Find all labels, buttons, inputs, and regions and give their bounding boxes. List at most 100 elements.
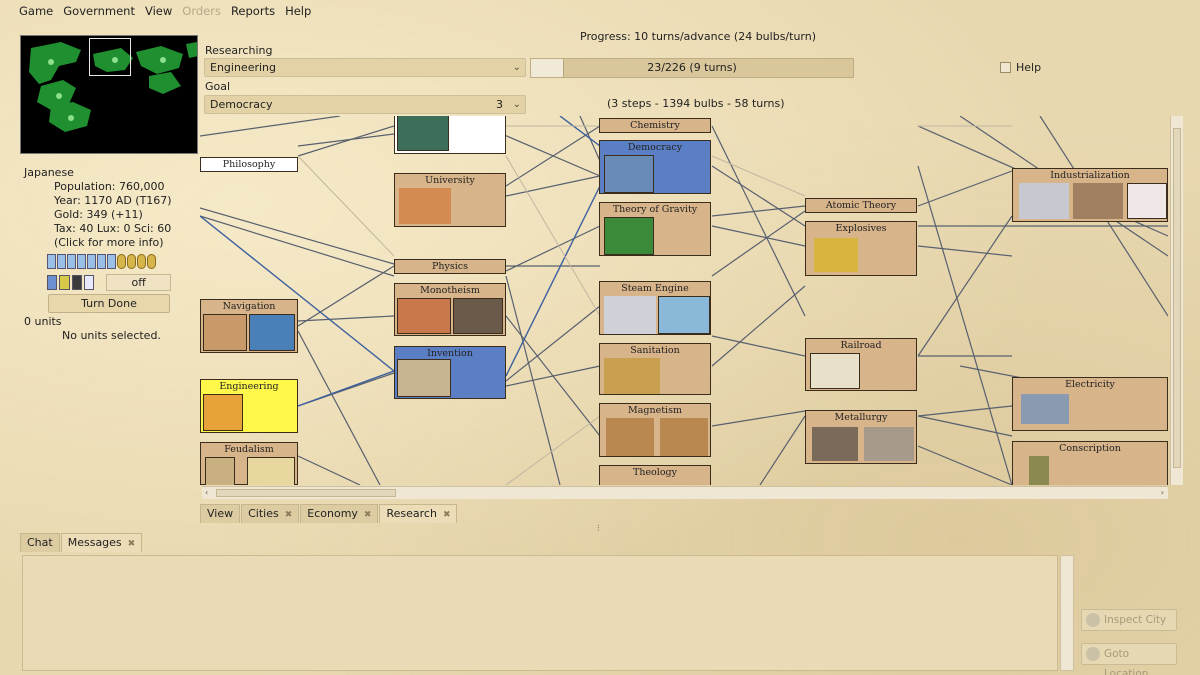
gold-coin-icon[interactable] bbox=[147, 254, 156, 269]
researching-value: Engineering bbox=[210, 61, 276, 74]
bulb-icon[interactable] bbox=[57, 254, 66, 269]
tech-tree[interactable]: Philosophy Navigation Engineering Feudal… bbox=[200, 116, 1168, 485]
nuclear-winter-icon bbox=[71, 274, 82, 290]
tech-node-theory-of-gravity[interactable]: Theory of Gravity bbox=[599, 202, 711, 256]
tech-node-conscription[interactable]: Conscription bbox=[1012, 441, 1168, 485]
minimap[interactable] bbox=[20, 35, 198, 154]
factory-building-icon bbox=[1073, 183, 1123, 219]
magnifier-icon bbox=[1086, 613, 1100, 627]
bulb-icon[interactable] bbox=[47, 254, 56, 269]
main-tabs: View Cities ✖ Economy ✖ Research ✖ bbox=[200, 504, 458, 523]
minimap-viewport-rect[interactable] bbox=[89, 38, 131, 76]
scroll-left-icon[interactable]: ‹ bbox=[205, 488, 208, 497]
civ-info-panel[interactable]: Japanese Population: 760,000 Year: 1170 … bbox=[20, 166, 198, 252]
close-icon[interactable]: ✖ bbox=[443, 510, 451, 520]
tab-chat[interactable]: Chat bbox=[20, 533, 60, 552]
messages-area[interactable] bbox=[22, 555, 1058, 671]
menu-reports[interactable]: Reports bbox=[226, 4, 280, 18]
shakespeare-wonder-icon bbox=[397, 116, 449, 151]
nation-name: Japanese bbox=[24, 166, 74, 179]
tab-view[interactable]: View bbox=[200, 504, 241, 523]
warming-indicator-icon bbox=[59, 274, 70, 290]
gold-coin-icon[interactable] bbox=[127, 254, 136, 269]
menu-game[interactable]: Game bbox=[14, 4, 58, 18]
close-icon[interactable]: ✖ bbox=[285, 510, 293, 520]
bulb-icon[interactable] bbox=[77, 254, 86, 269]
tech-node-steam-engine[interactable]: Steam Engine bbox=[599, 281, 711, 335]
splitter-handle-icon[interactable]: ⁝ bbox=[597, 524, 600, 534]
units-count: 0 units bbox=[24, 315, 62, 328]
gold-coin-icon[interactable] bbox=[137, 254, 146, 269]
close-icon[interactable]: ✖ bbox=[364, 510, 372, 520]
sun-tzu-wonder-icon bbox=[247, 457, 295, 485]
tech-node-magnetism[interactable]: Magnetism bbox=[599, 403, 711, 457]
menu-orders[interactable]: Orders bbox=[177, 4, 226, 18]
tax-rate-indicators[interactable] bbox=[47, 254, 171, 270]
tech-node-democracy[interactable]: Democracy bbox=[599, 140, 711, 194]
tech-node-atomic-theory[interactable]: Atomic Theory bbox=[805, 198, 917, 213]
chevron-down-icon: ⌄ bbox=[512, 62, 521, 73]
tech-node-shakespeare[interactable] bbox=[394, 116, 506, 154]
university-building-icon bbox=[399, 188, 451, 224]
tech-node-philosophy[interactable]: Philosophy bbox=[200, 157, 298, 172]
scroll-right-icon[interactable]: › bbox=[1161, 488, 1164, 497]
womens-suffrage-wonder-icon bbox=[1127, 183, 1167, 219]
menu-help[interactable]: Help bbox=[280, 4, 316, 18]
cannon-unit-icon bbox=[812, 427, 858, 461]
menu-government[interactable]: Government bbox=[58, 4, 140, 18]
tab-research[interactable]: Research ✖ bbox=[379, 504, 458, 523]
bulb-icon[interactable] bbox=[67, 254, 76, 269]
tech-node-railroad[interactable]: Railroad bbox=[805, 338, 917, 391]
sewer-system-icon bbox=[604, 358, 660, 394]
tech-node-sanitation[interactable]: Sanitation bbox=[599, 343, 711, 395]
michelangelo-wonder-icon bbox=[453, 298, 503, 334]
chevron-down-icon: ⌄ bbox=[512, 99, 521, 110]
tech-node-navigation[interactable]: Navigation bbox=[200, 299, 298, 353]
tab-cities[interactable]: Cities ✖ bbox=[241, 504, 300, 523]
tech-node-university[interactable]: University bbox=[394, 173, 506, 227]
goal-select[interactable]: Democracy 3 ⌄ bbox=[204, 95, 526, 114]
researching-select[interactable]: Engineering ⌄ bbox=[204, 58, 526, 77]
tax-rates: Tax: 40 Lux: 0 Sci: 60 bbox=[54, 222, 172, 235]
close-icon[interactable]: ✖ bbox=[128, 539, 136, 549]
tech-node-theology[interactable]: Theology bbox=[599, 465, 711, 485]
bulb-icon[interactable] bbox=[87, 254, 96, 269]
tech-node-physics[interactable]: Physics bbox=[394, 259, 506, 274]
messages-scrollbar[interactable] bbox=[1060, 555, 1074, 671]
tech-node-chemistry[interactable]: Chemistry bbox=[599, 118, 711, 133]
engineers-unit-icon bbox=[814, 238, 858, 272]
goto-arrow-icon bbox=[1086, 647, 1100, 661]
bulb-icon[interactable] bbox=[107, 254, 116, 269]
bulb-icon[interactable] bbox=[97, 254, 106, 269]
help-checkbox[interactable] bbox=[1000, 62, 1011, 73]
tech-node-monotheism[interactable]: Monotheism bbox=[394, 283, 506, 336]
tech-node-industrialization[interactable]: Industrialization bbox=[1012, 168, 1168, 222]
tech-node-electricity[interactable]: Electricity bbox=[1012, 377, 1168, 431]
tree-horizontal-scrollbar[interactable]: ‹ › bbox=[202, 486, 1168, 499]
eiffel-tower-wonder-icon bbox=[658, 296, 710, 334]
units-selected-text: No units selected. bbox=[62, 329, 161, 342]
scrollbar-thumb[interactable] bbox=[1173, 128, 1181, 468]
menu-view[interactable]: View bbox=[140, 4, 177, 18]
king-richards-wonder-icon bbox=[203, 394, 243, 431]
tree-vertical-scrollbar[interactable] bbox=[1170, 116, 1183, 485]
info-hint: (Click for more info) bbox=[54, 236, 164, 249]
gold-coin-icon[interactable] bbox=[117, 254, 126, 269]
scrollbar-thumb[interactable] bbox=[216, 489, 396, 497]
year: Year: 1170 AD (T167) bbox=[54, 194, 172, 207]
tech-node-feudalism[interactable]: Feudalism bbox=[200, 442, 298, 485]
timeout-display: off bbox=[106, 273, 172, 291]
destroyer-unit-icon bbox=[1021, 394, 1069, 424]
magellan-wonder-icon bbox=[249, 314, 295, 351]
tech-node-engineering[interactable]: Engineering bbox=[200, 379, 298, 433]
inspect-city-button[interactable]: Inspect City bbox=[1081, 609, 1177, 631]
transport-unit-icon bbox=[1019, 183, 1069, 219]
tab-economy[interactable]: Economy ✖ bbox=[300, 504, 379, 523]
tech-node-invention[interactable]: Invention bbox=[394, 346, 506, 399]
turn-done-button[interactable]: Turn Done bbox=[48, 294, 170, 313]
tech-node-explosives[interactable]: Explosives bbox=[805, 221, 917, 276]
tab-messages[interactable]: Messages ✖ bbox=[60, 533, 143, 552]
government-icon bbox=[83, 274, 95, 290]
tech-node-metallurgy[interactable]: Metallurgy bbox=[805, 410, 917, 464]
goto-location-button[interactable]: Goto Location bbox=[1081, 643, 1177, 675]
